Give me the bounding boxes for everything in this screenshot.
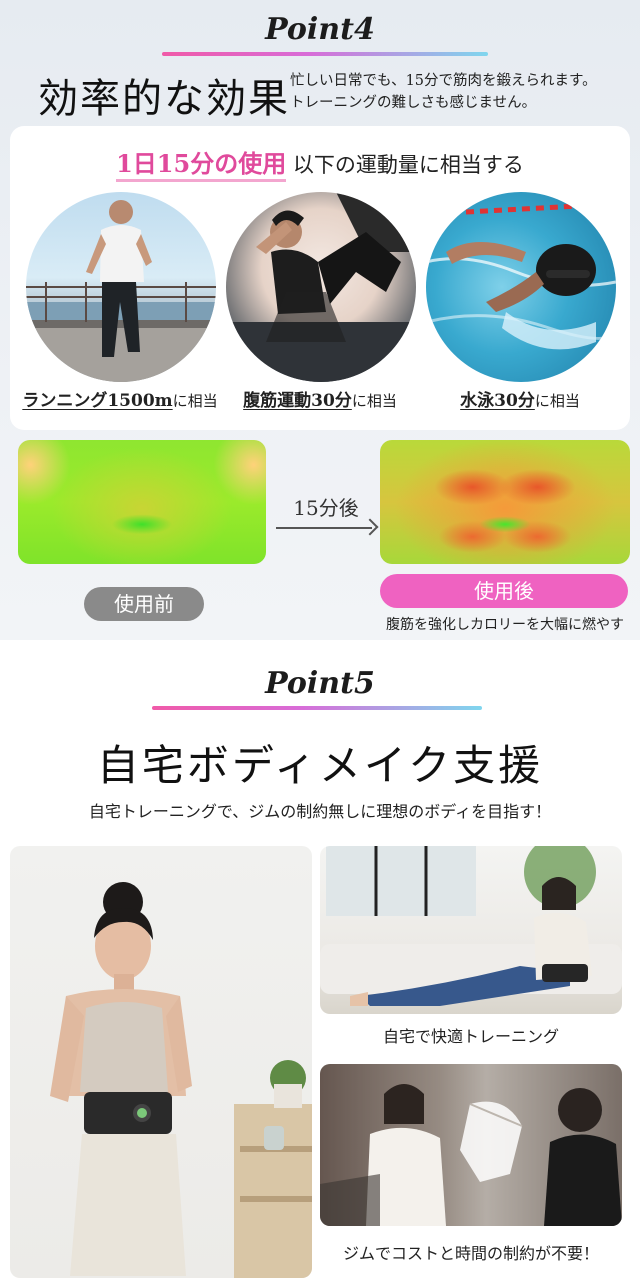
gym-photo [320,1064,622,1226]
point5-subheading: 自宅トレーニングで、ジムの制約無しに理想のボディを目指す！ [88,802,552,821]
card-title-rest: 以下の運動量に相当する [286,153,524,177]
home-training-illustration [320,846,622,1006]
arrow-line [276,527,372,529]
running-caption-suffix: に相当 [172,392,218,410]
thermal-image-before [18,440,266,564]
point5-heading: 自宅ボディメイク支援 [96,741,544,790]
situp-caption-bold: 腹筋運動30分 [243,391,352,411]
point4-note-line1: 忙しい日常でも、15分で筋肉を鍛えられます。 [290,73,597,89]
swimming-illustration [426,201,616,350]
point4-note-line2: トレーニングの難しさも感じません。 [290,95,537,111]
point5-gradient-divider [152,706,482,710]
thermal-image-after [380,440,630,564]
point4-heading: 効率的な効果 [38,76,290,122]
running-illustration [26,200,216,382]
swimming-caption: 水泳30分に相当 [420,386,620,411]
card-title: 1日15分の使用 以下の運動量に相当する [10,144,630,182]
situp-caption: 腹筋運動30分に相当 [220,386,420,411]
home-caption: 自宅で快適トレーニング [382,1027,559,1046]
situp-photo [226,192,416,382]
after-note: 腹筋を強化しカロリーを大幅に燃やす [386,617,624,633]
home-training-photo [320,846,622,1014]
woman-with-belt-photo [10,846,312,1278]
point4-section: Point4 効率的な効果 忙しい日常でも、15分で筋肉を鍛えられます。 トレー… [0,0,640,640]
arrow-label: 15分後 [293,496,359,520]
point5-label: Point5 [265,666,375,701]
point4-note: 忙しい日常でも、15分で筋肉を鍛えられます。 トレーニングの難しさも感じません。 [290,70,635,114]
point4-label: Point4 [265,12,375,47]
swimming-caption-bold: 水泳30分 [460,391,535,411]
point5-section: Point5 自宅ボディメイク支援 自宅トレーニングで、ジムの制約無しに理想のボ… [0,640,640,1280]
before-badge: 使用前 [84,587,204,621]
gym-illustration [320,1064,622,1226]
running-caption: ランニング1500mに相当 [20,386,220,411]
after-badge: 使用後 [380,574,628,608]
point4-gradient-divider [162,52,488,56]
exercise-equivalence-card: 1日15分の使用 以下の運動量に相当する ランニング1500mに相当 腹筋運動3… [10,126,630,430]
running-photo [26,192,216,382]
situp-caption-suffix: に相当 [351,392,397,410]
swimming-photo [426,192,616,382]
swimming-caption-suffix: に相当 [534,392,580,410]
arrow-right-icon [361,518,379,536]
card-title-highlight: 1日15分の使用 [116,149,287,182]
gym-caption: ジムでコストと時間の制約が不要！ [342,1244,599,1263]
situp-illustration [226,192,416,382]
woman-with-belt-illustration [50,882,312,1278]
running-caption-bold: ランニング1500m [22,391,173,411]
